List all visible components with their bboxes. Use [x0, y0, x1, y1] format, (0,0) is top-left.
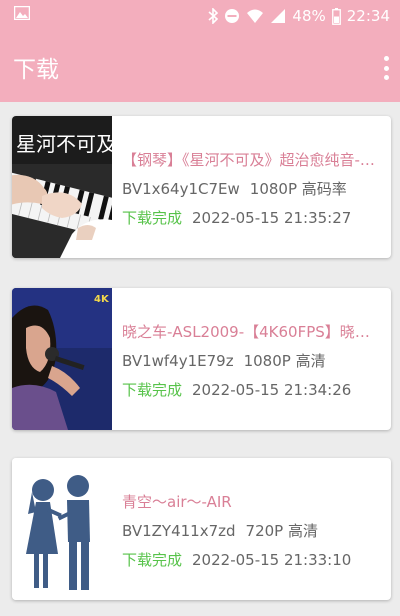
download-time: 2022-05-15 21:33:10 [192, 551, 352, 569]
download-item[interactable]: 青空～air～-AIR BV1ZY411x7zd 720P 高清 下载完成 2022… [12, 458, 391, 600]
video-bvid: BV1wf4y1E79z [122, 352, 234, 370]
thumbnail-caption: 4K [94, 294, 110, 305]
video-thumbnail: 星河不可及 [12, 116, 112, 258]
status-bar: 48% 22:34 [0, 0, 400, 32]
video-title: 晓之车-ASL2009-【4K60FPS】晓之车-… [122, 323, 384, 341]
download-status: 下载完成 [122, 551, 183, 569]
wifi-icon [247, 9, 264, 23]
video-meta: BV1wf4y1E79z 1080P 高清 [122, 350, 384, 371]
video-title: 青空～air～-AIR [122, 493, 232, 511]
download-time: 2022-05-15 21:34:26 [192, 381, 352, 399]
app-bar: 下载 [0, 32, 400, 102]
video-thumbnail [12, 458, 112, 600]
video-meta: BV1ZY411x7zd 720P 高清 [122, 520, 384, 541]
download-status-row: 下载完成 2022-05-15 21:34:26 [122, 379, 351, 400]
more-options-icon[interactable] [382, 56, 390, 80]
download-status-row: 下载完成 2022-05-15 21:35:27 [122, 207, 351, 228]
battery-percent: 48% [292, 7, 326, 25]
signal-icon [271, 9, 286, 23]
download-item[interactable]: 星河不可及 【钢琴】《星河不可及》超治愈纯音-【… BV1x64y1C7Ew 10… [12, 116, 391, 258]
video-meta: BV1x64y1C7Ew 1080P 高码率 [122, 178, 384, 199]
download-status: 下载完成 [122, 381, 183, 399]
video-bvid: BV1ZY411x7zd [122, 522, 236, 540]
gallery-notification-icon [14, 6, 30, 20]
video-quality: 1080P 高清 [243, 352, 326, 370]
download-status: 下载完成 [122, 209, 183, 227]
download-time: 2022-05-15 21:35:27 [192, 209, 352, 227]
video-thumbnail: 4K [12, 288, 112, 430]
do-not-disturb-icon [225, 9, 240, 23]
thumbnail-caption: 星河不可及 [16, 132, 112, 156]
download-item[interactable]: 4K 晓之车-ASL2009-【4K60FPS】晓之车-… BV1wf4y1E7… [12, 288, 391, 430]
bluetooth-icon [208, 8, 219, 24]
download-status-row: 下载完成 2022-05-15 21:33:10 [122, 549, 351, 570]
video-quality: 720P 高清 [245, 522, 318, 540]
video-title: 【钢琴】《星河不可及》超治愈纯音-【… [122, 151, 384, 169]
page-title: 下载 [13, 57, 59, 83]
video-bvid: BV1x64y1C7Ew [122, 180, 240, 198]
status-time: 22:34 [346, 7, 390, 25]
battery-icon [331, 7, 341, 25]
video-quality: 1080P 高码率 [249, 180, 347, 198]
